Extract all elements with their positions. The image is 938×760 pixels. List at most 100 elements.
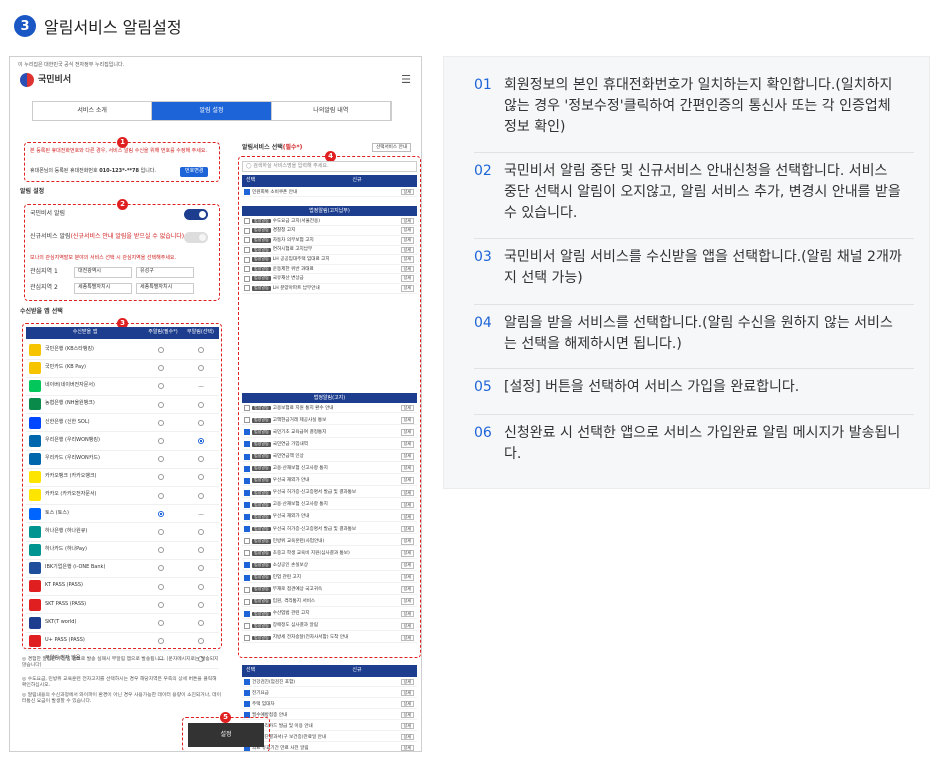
svc-detail-button[interactable]: 상세 bbox=[400, 722, 414, 730]
svc-checkbox[interactable] bbox=[244, 285, 250, 292]
svc-detail-button[interactable]: 상세 bbox=[400, 404, 414, 412]
svc-detail-button[interactable]: 상세 bbox=[400, 237, 414, 244]
region2-city-select[interactable]: 세종특별자치시 bbox=[74, 283, 132, 294]
svc-checkbox[interactable] bbox=[244, 610, 250, 617]
svc-detail-button[interactable]: 상세 bbox=[400, 453, 414, 460]
svc-detail-button[interactable]: 상세 bbox=[400, 275, 414, 283]
sub-alarm-radio[interactable] bbox=[198, 401, 204, 408]
set-button[interactable]: 설정 bbox=[188, 723, 264, 747]
svc-checkbox[interactable] bbox=[244, 538, 250, 545]
svc-detail-button[interactable]: 상세 bbox=[400, 634, 414, 642]
svc-checkbox[interactable] bbox=[244, 275, 250, 282]
svc-detail-button[interactable]: 상세 bbox=[400, 513, 414, 521]
kb-alarm-toggle[interactable] bbox=[184, 209, 208, 220]
svc-checkbox[interactable] bbox=[244, 453, 250, 460]
svc-checkbox[interactable] bbox=[244, 405, 250, 412]
svc-detail-button[interactable]: 상세 bbox=[400, 678, 414, 686]
svc-detail-button[interactable]: 상세 bbox=[400, 285, 414, 292]
svc-checkbox[interactable] bbox=[244, 417, 250, 424]
svc-detail-button[interactable]: 상세 bbox=[400, 610, 414, 618]
svc-checkbox[interactable] bbox=[244, 227, 250, 234]
svc-checkbox[interactable] bbox=[244, 514, 250, 521]
svc-checkbox[interactable] bbox=[244, 635, 250, 642]
svc-checkbox[interactable] bbox=[244, 266, 250, 273]
svc-detail-button[interactable]: 상세 bbox=[400, 525, 414, 533]
main-alarm-radio[interactable] bbox=[158, 510, 164, 517]
sub-alarm-radio[interactable] bbox=[198, 492, 204, 499]
svc-checkbox[interactable] bbox=[244, 586, 250, 593]
svc-checkbox[interactable] bbox=[244, 189, 250, 196]
main-alarm-radio[interactable] bbox=[158, 529, 164, 535]
sub-alarm-radio[interactable] bbox=[198, 583, 204, 590]
main-alarm-radio[interactable] bbox=[158, 492, 164, 499]
svc-checkbox[interactable] bbox=[244, 465, 250, 472]
sub-alarm-radio[interactable] bbox=[198, 529, 204, 535]
svc-checkbox[interactable] bbox=[244, 477, 250, 484]
svc-checkbox[interactable] bbox=[244, 550, 250, 557]
svc-detail-button[interactable]: 상세 bbox=[400, 733, 414, 741]
svc-checkbox[interactable] bbox=[244, 679, 250, 686]
svc-detail-button[interactable]: 상세 bbox=[400, 598, 414, 606]
sub-alarm-radio[interactable] bbox=[198, 419, 204, 426]
svc-detail-button[interactable]: 상세 bbox=[400, 256, 414, 263]
svc-detail-button[interactable]: 상세 bbox=[400, 489, 414, 497]
sub-alarm-radio[interactable] bbox=[198, 601, 204, 608]
svc-detail-button[interactable]: 상세 bbox=[400, 477, 414, 485]
main-alarm-radio[interactable] bbox=[158, 601, 164, 608]
svc-detail-button[interactable]: 상세 bbox=[400, 416, 414, 424]
svc-checkbox[interactable] bbox=[244, 562, 250, 569]
svc-detail-button[interactable]: 상세 bbox=[400, 537, 414, 545]
svc-detail-button[interactable]: 상세 bbox=[400, 622, 414, 630]
svc-checkbox[interactable] bbox=[244, 501, 250, 508]
sub-alarm-radio[interactable] bbox=[198, 438, 204, 444]
svc-detail-button[interactable]: 상세 bbox=[400, 429, 414, 436]
svc-detail-button[interactable]: 상세 bbox=[400, 586, 414, 593]
new-alarm-toggle[interactable] bbox=[184, 232, 208, 243]
svc-detail-button[interactable]: 상세 bbox=[400, 501, 414, 509]
svc-checkbox[interactable] bbox=[244, 256, 250, 263]
svc-detail-button[interactable]: 상세 bbox=[400, 550, 414, 557]
svc-checkbox[interactable] bbox=[244, 246, 250, 253]
main-alarm-radio[interactable] bbox=[158, 419, 164, 426]
region1-district-select[interactable]: 유성구 bbox=[136, 267, 194, 278]
svc-checkbox[interactable] bbox=[244, 489, 250, 496]
svc-checkbox[interactable] bbox=[244, 526, 250, 533]
svc-detail-button[interactable]: 상세 bbox=[400, 744, 414, 751]
svc-detail-button[interactable]: 상세 bbox=[400, 227, 414, 235]
svc-detail-button[interactable]: 상세 bbox=[400, 441, 414, 448]
main-alarm-radio[interactable] bbox=[158, 438, 164, 444]
svc-checkbox[interactable] bbox=[244, 701, 250, 708]
main-alarm-radio[interactable] bbox=[158, 620, 164, 626]
svc-checkbox[interactable] bbox=[244, 429, 250, 436]
svc-detail-button[interactable]: 상세 bbox=[400, 246, 414, 254]
sub-alarm-radio[interactable] bbox=[198, 347, 204, 353]
svc-checkbox[interactable] bbox=[244, 237, 250, 244]
svc-detail-button[interactable]: 상세 bbox=[400, 265, 414, 273]
tab-intro[interactable]: 서비스 소개 bbox=[33, 102, 153, 120]
svc-detail-button[interactable]: 상세 bbox=[400, 217, 414, 225]
svc-checkbox[interactable] bbox=[244, 690, 250, 697]
svc-detail-button[interactable]: 상세 bbox=[400, 689, 414, 697]
svc-search-input[interactable]: ◯ 검색하실 서비스명을 입력해 주세요. bbox=[242, 161, 417, 172]
svc-checkbox[interactable] bbox=[244, 622, 250, 629]
svc-detail-button[interactable]: 상세 bbox=[400, 562, 414, 569]
svc-checkbox[interactable] bbox=[244, 598, 250, 605]
region1-city-select[interactable]: 대전광역시 bbox=[74, 267, 132, 278]
tab-alarm-setting[interactable]: 알림 설정 bbox=[152, 102, 272, 120]
main-alarm-radio[interactable] bbox=[158, 401, 164, 408]
svc-checkbox[interactable] bbox=[244, 574, 250, 581]
hamburger-menu-icon[interactable]: ☰ bbox=[401, 73, 411, 87]
main-alarm-radio[interactable] bbox=[158, 583, 164, 590]
sub-alarm-radio[interactable] bbox=[198, 620, 204, 626]
svc-detail-button[interactable]: 상세 bbox=[400, 574, 414, 581]
tab-my-alarms[interactable]: 나의알림 내역 bbox=[272, 102, 391, 120]
svc-guide-button[interactable]: 선택서비스 안내 bbox=[372, 143, 412, 153]
svc-detail-button[interactable]: 상세 bbox=[400, 700, 414, 708]
main-alarm-radio[interactable] bbox=[158, 347, 164, 353]
sub-alarm-radio[interactable] bbox=[198, 513, 204, 515]
svc-checkbox[interactable] bbox=[244, 441, 250, 448]
svc-checkbox[interactable] bbox=[244, 218, 250, 225]
svc-detail-button[interactable]: 상세 bbox=[400, 711, 414, 719]
svc-detail-button[interactable]: 상세 bbox=[400, 465, 414, 472]
svc-detail-button[interactable]: 상세 bbox=[400, 188, 414, 196]
